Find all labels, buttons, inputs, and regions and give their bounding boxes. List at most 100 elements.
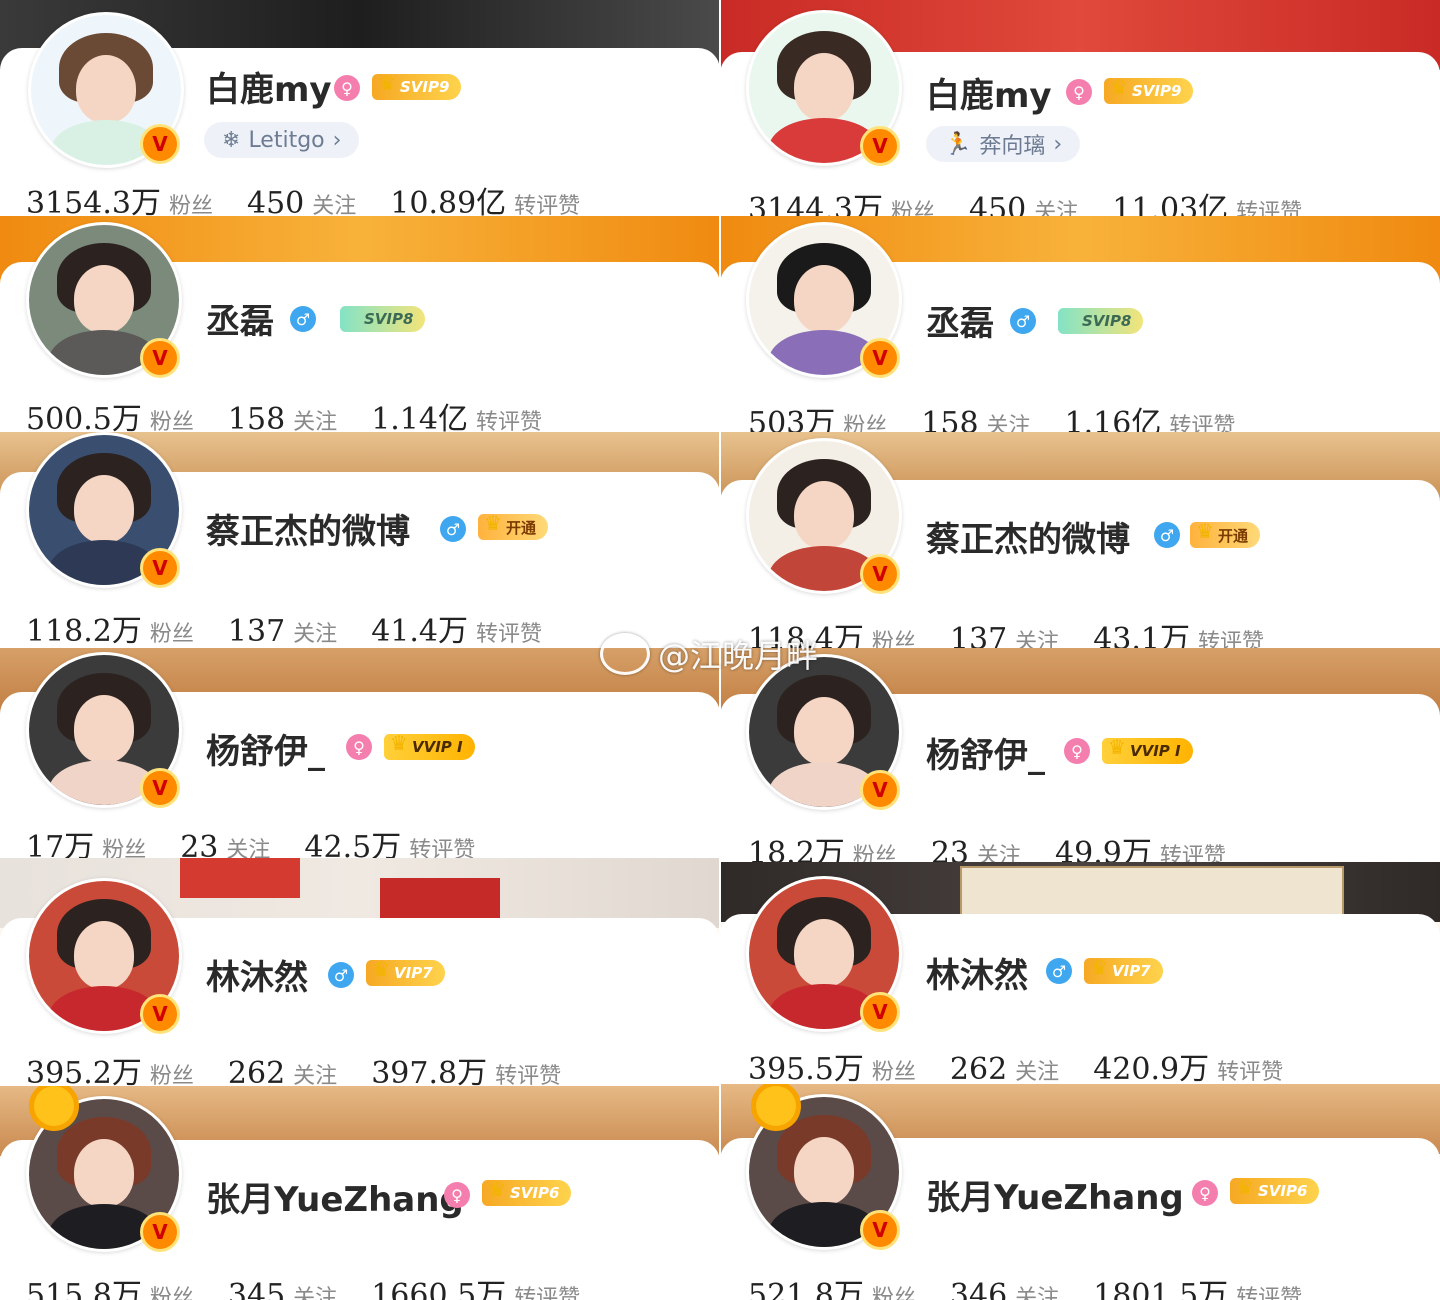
following-label: 关注 [1015,630,1060,648]
following-count[interactable]: 137 [950,622,1007,648]
fans-label: 粉丝 [871,1286,916,1300]
following-label: 关注 [293,1064,338,1086]
profile-card-linmuran-right[interactable]: V 林沐然 ♂ ♛ VIP7 395.5万 粉丝 262 关注 420.9万 转评赞 [720,862,1440,1084]
following-count[interactable]: 23 [180,830,218,858]
following-count[interactable]: 137 [228,614,285,648]
profile-card-yangshuyi-right[interactable]: V 杨舒伊_ ♀ ♛ VVIP I 18.2万 粉丝 23 关注 49.9万 转评赞 [720,648,1440,862]
verified-v-icon: V [140,548,180,588]
interactions-label: 转评赞 [514,194,581,216]
interactions-label: 转评赞 [1197,630,1264,648]
following-count[interactable]: 262 [950,1052,1007,1084]
crown-icon: ♛ [1196,519,1214,543]
username: 杨舒伊_ [206,732,325,772]
vip-badge[interactable]: ♛ VIP7 [366,957,445,986]
fans-count[interactable]: 17万 [26,822,94,858]
vip-badge[interactable]: ♛ VVIP I [384,731,475,760]
fans-count[interactable]: 503万 [748,398,835,432]
stats-row: 18.2万 粉丝 23 关注 49.9万 转评赞 [748,828,1226,862]
profile-card-bailu-left[interactable]: V 白鹿my ♀ ♛ SVIP9 ❄ Letitgo › 3154.3万 粉丝 450 关… [0,0,720,216]
vip-open-button[interactable]: ♛ 开通 [1190,519,1261,548]
stats-row: 3154.3万 粉丝 450 关注 10.89亿 转评赞 [26,178,580,216]
female-gender-icon: ♀ [444,1182,470,1208]
fans-count[interactable]: 3144.3万 [748,184,883,216]
verified-v-icon: V [140,338,180,378]
vip-badge[interactable]: ♛ SVIP6 [482,1177,572,1206]
vip-badge[interactable]: ♛ SVIP9 [372,71,462,100]
profile-card-caizhengjie-right[interactable]: V 蔡正杰的微博 ♂ ♛ 开通 118.4万 粉丝 137 关注 43.1万 转评赞 [720,432,1440,648]
stats-row: 118.4万 粉丝 137 关注 43.1万 转评赞 [748,614,1264,648]
runner-icon: 🏃 [944,131,972,157]
interactions-count: 1660.5万 [371,1278,507,1300]
profile-card-zhangyue-right[interactable]: V 张月YueZhang ♀ ♛ SVIP6 521.8万 粉丝 346 关注 180… [720,1084,1440,1300]
fans-count[interactable]: 395.5万 [748,1044,864,1084]
crown-icon: ♛ [1108,735,1126,759]
following-label: 关注 [293,622,338,647]
crown-icon: ♛ [378,71,396,95]
fans-count[interactable]: 18.2万 [748,828,845,862]
vip-badge[interactable]: ♛ SVIP9 [1104,75,1194,104]
interactions-count: 397.8万 [371,1056,488,1086]
fans-count[interactable]: 521.8万 [748,1270,864,1300]
following-count[interactable]: 23 [931,836,969,862]
following-count[interactable]: 450 [969,192,1026,216]
interactions-count: 43.1万 [1093,622,1190,648]
following-label: 关注 [226,838,271,858]
username: 丞磊 [926,304,994,344]
following-label: 关注 [977,844,1022,862]
fans-label: 粉丝 [890,200,935,216]
sunflower-icon [34,1086,74,1126]
following-count[interactable]: 345 [228,1278,285,1300]
fans-count[interactable]: 118.2万 [26,606,142,648]
fans-count[interactable]: 500.5万 [26,394,142,432]
profile-card-caizhengjie-left[interactable]: V 蔡正杰的微博 ♂ ♛ 开通 118.2万 粉丝 137 关注 41.4万 转评赞 [0,432,720,648]
vip-badge[interactable]: ♛ VIP7 [1084,955,1163,984]
interactions-count: 11.03亿 [1112,192,1229,216]
fans-count[interactable]: 395.2万 [26,1048,142,1086]
following-label: 关注 [1015,1286,1060,1300]
interactions-label: 转评赞 [1159,844,1226,862]
verified-v-icon: V [860,1210,900,1250]
stats-row: 17万 粉丝 23 关注 42.5万 转评赞 [26,822,475,858]
interactions-label: 转评赞 [1236,200,1303,216]
profile-card-bailu-right[interactable]: V 白鹿my ♀ ♛ SVIP9 🏃 奔向璃 › 3144.3万 粉丝 450 关注 11… [720,0,1440,216]
fans-count[interactable]: 515.8万 [26,1270,142,1300]
fans-count[interactable]: 3154.3万 [26,178,161,216]
following-label: 关注 [1015,1060,1060,1084]
vip-badge[interactable]: ♛ VVIP I [1102,735,1193,764]
interactions-label: 转评赞 [475,622,542,647]
stats-row: 118.2万 粉丝 137 关注 41.4万 转评赞 [26,606,542,648]
male-gender-icon: ♂ [1154,522,1180,548]
interactions-count: 41.4万 [371,614,468,648]
female-gender-icon: ♀ [334,75,360,101]
profile-card-chenglei-left[interactable]: V 丞磊 ♂ SVIP8 500.5万 粉丝 158 关注 1.14亿 转评赞 [0,216,720,432]
fans-label: 粉丝 [149,410,194,432]
following-count[interactable]: 158 [921,406,978,432]
female-gender-icon: ♀ [1066,79,1092,105]
following-count[interactable]: 158 [228,402,285,432]
username: 蔡正杰的微博 [926,520,1130,560]
profile-card-yangshuyi-left[interactable]: V 杨舒伊_ ♀ ♛ VVIP I 17万 粉丝 23 关注 42.5万 转评赞 [0,648,720,858]
stats-row: 395.5万 粉丝 262 关注 420.9万 转评赞 [748,1044,1283,1084]
verified-v-icon: V [140,994,180,1034]
tag-pill[interactable]: 🏃 奔向璃 › [926,126,1081,162]
crown-icon: ♛ [1110,75,1128,99]
profile-card-linmuran-left[interactable]: V 林沐然 ♂ ♛ VIP7 395.2万 粉丝 262 关注 397.8万 转评赞 [0,858,720,1086]
interactions-label: 转评赞 [1169,414,1236,432]
interactions-label: 转评赞 [514,1286,581,1300]
profile-card-chenglei-right[interactable]: V 丞磊 ♂ SVIP8 503万 粉丝 158 关注 1.16亿 转评赞 [720,216,1440,432]
following-count[interactable]: 450 [247,186,304,216]
vip-badge[interactable]: SVIP8 [1058,308,1144,334]
interactions-label: 转评赞 [475,410,542,432]
stats-row: 3144.3万 粉丝 450 关注 11.03亿 转评赞 [748,184,1302,216]
following-label: 关注 [986,414,1031,432]
weibo-logo-icon [600,633,650,675]
vip-badge[interactable]: SVIP8 [340,306,426,332]
vip-open-button[interactable]: ♛ 开通 [478,511,549,540]
vip-badge[interactable]: ♛ SVIP6 [1230,1175,1320,1204]
tag-pill[interactable]: ❄ Letitgo › [204,122,360,158]
username: 蔡正杰的微博 [206,512,410,552]
following-count[interactable]: 346 [950,1278,1007,1300]
following-count[interactable]: 262 [228,1056,285,1086]
profile-card-zhangyue-left[interactable]: V 张月YueZhang ♀ ♛ SVIP6 515.8万 粉丝 345 关注 166… [0,1086,720,1300]
banner-decoration [180,858,300,898]
